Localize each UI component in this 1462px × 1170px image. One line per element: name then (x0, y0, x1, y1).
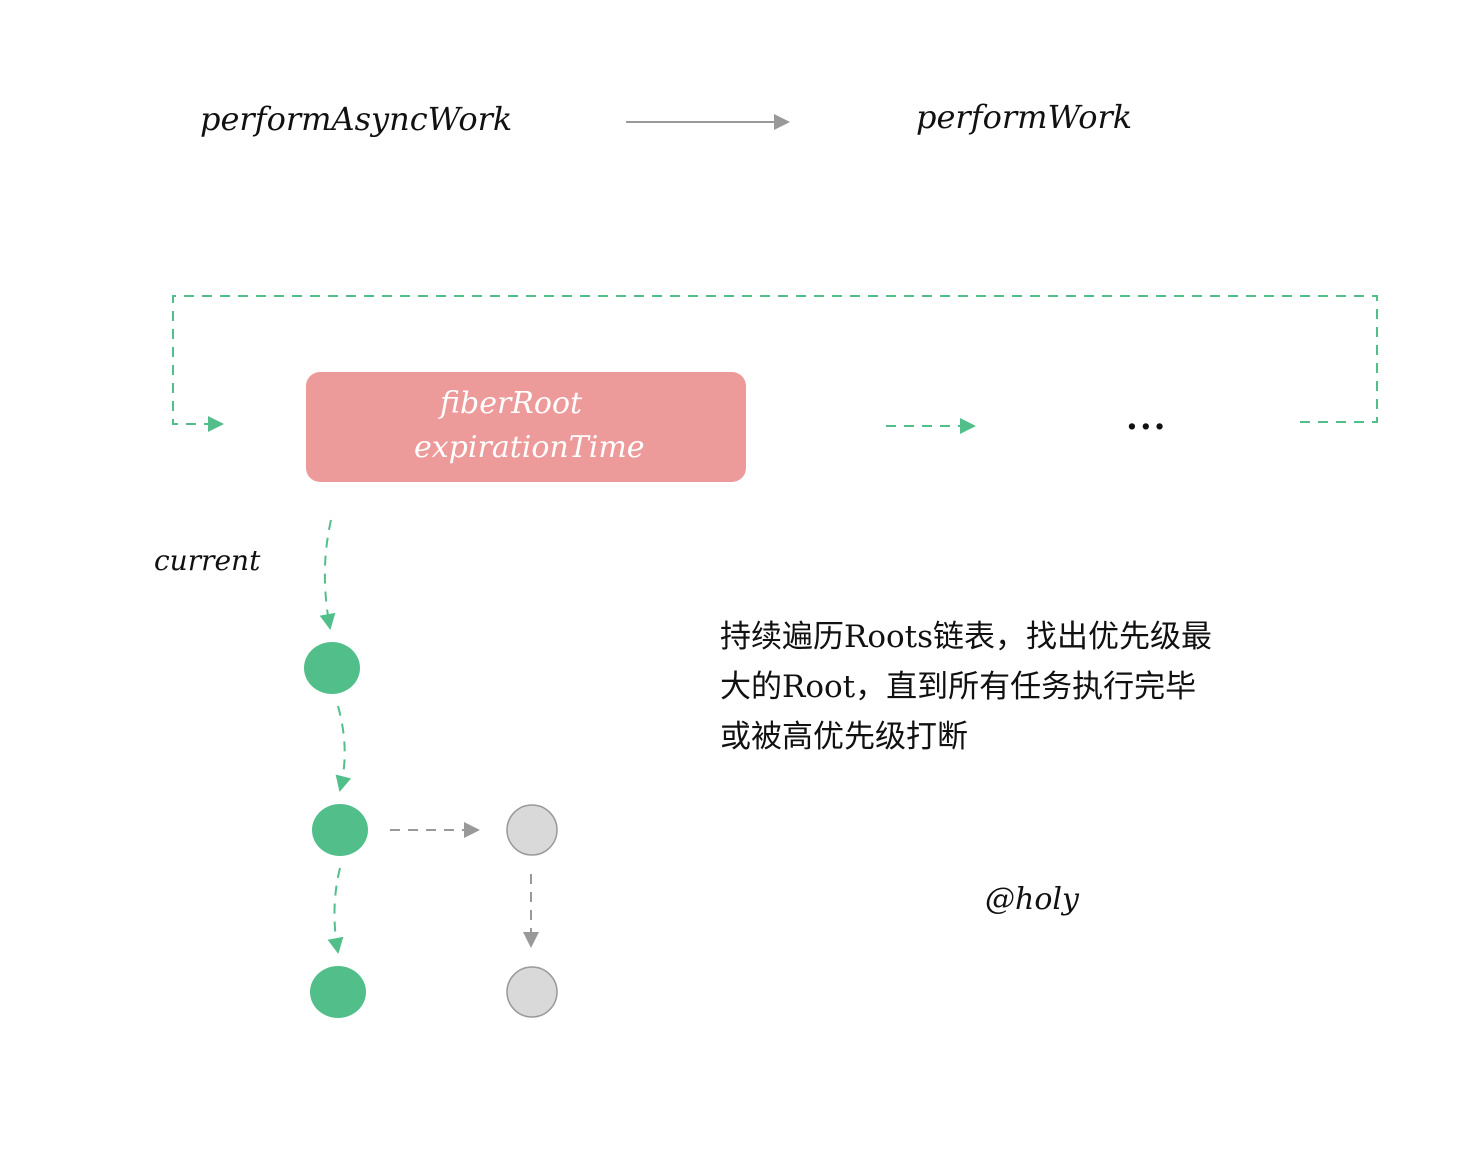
fiber-node-gray-1 (506, 804, 558, 856)
perform-work-label: performWork (916, 98, 1133, 136)
fiber-root-box: fiberRoot expirationTime (306, 372, 746, 482)
author-signature: @holy (985, 882, 1079, 917)
description-line-2: 大的Root，直到所有任务执行完毕 (720, 669, 1197, 705)
arrow-child-1 (335, 705, 352, 792)
fiber-node-green-3 (310, 966, 366, 1018)
arrow-current (319, 519, 336, 630)
description-line-3: 或被高优先级打断 (720, 719, 968, 755)
current-label: current (154, 544, 261, 577)
fiber-root-expiration: expirationTime (414, 430, 645, 465)
fiber-node-green-2 (312, 804, 368, 856)
more-roots-ellipsis: ... (1126, 398, 1168, 438)
fiber-root-title: fiberRoot (440, 386, 583, 421)
description-text: 持续遍历Roots链表，找出优先级最 大的Root，直到所有任务执行完毕 或被高… (720, 612, 1300, 762)
fiber-node-green-1 (304, 642, 360, 694)
fiber-node-gray-2 (506, 966, 558, 1018)
diagram-graphics (172, 114, 1378, 1018)
diagram-canvas: performAsyncWork performWork fiberRoot e… (0, 0, 1462, 1170)
description-line-1: 持续遍历Roots链表，找出优先级最 (720, 619, 1213, 655)
arrow-child-2 (327, 867, 344, 954)
perform-async-work-label: performAsyncWork (200, 100, 513, 138)
